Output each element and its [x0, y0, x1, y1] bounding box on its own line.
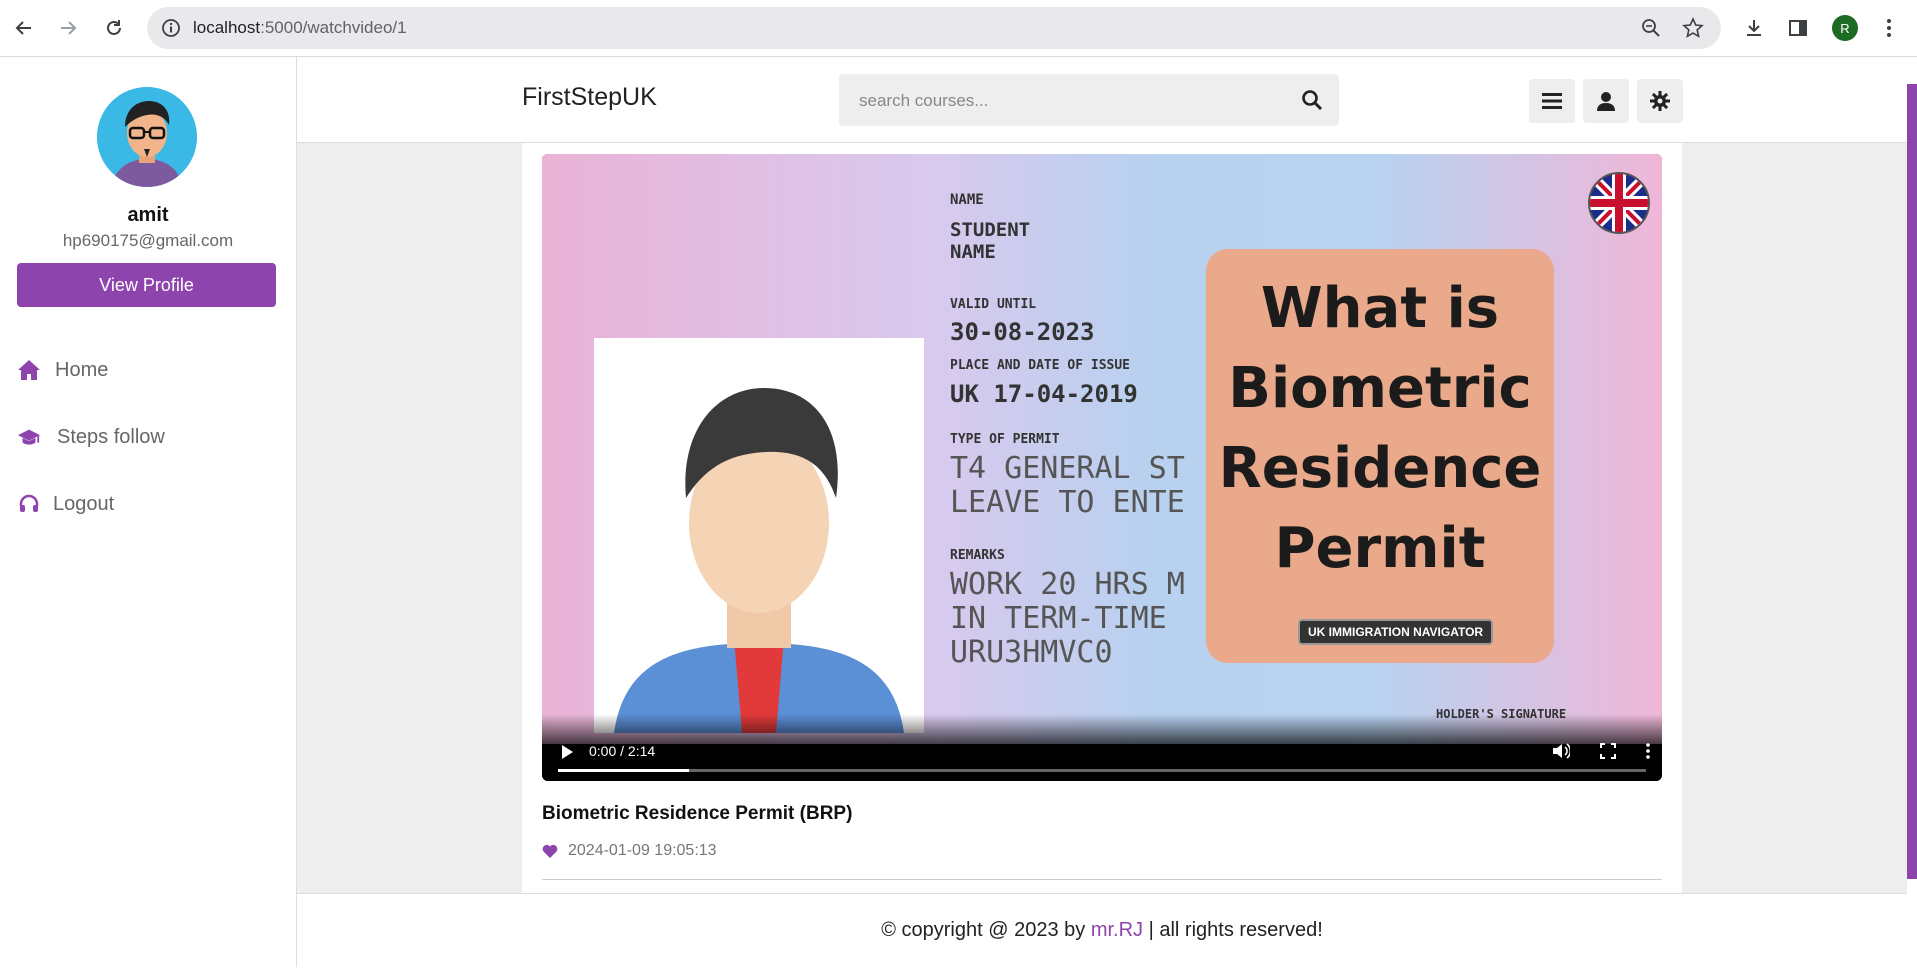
address-bar[interactable]: localhost:5000/watchvideo/1 — [147, 7, 1721, 49]
url-text: localhost:5000/watchvideo/1 — [193, 18, 407, 37]
sidebar-item-label: Home — [55, 358, 109, 381]
sidebar-item-logout[interactable]: Logout — [17, 484, 114, 524]
footer: © copyright @ 2023 by mr.RJ | all rights… — [297, 893, 1907, 968]
sidebar-item-label: Logout — [53, 492, 115, 515]
uk-flag-icon — [1588, 172, 1650, 234]
id-place-value: UK 17-04-2019 — [950, 380, 1138, 408]
id-name-value: STUDENT NAME — [950, 219, 1031, 263]
graduation-cap-icon — [17, 425, 41, 449]
video-progress-fill — [558, 769, 689, 772]
video-player[interactable]: NAME STUDENT NAME VALID UNTIL 30-08-2023… — [542, 154, 1662, 781]
search-input[interactable]: search courses... — [859, 91, 988, 111]
footer-brand-link[interactable]: mr.RJ — [1091, 919, 1143, 941]
user-email: hp690175@gmail.com — [62, 231, 234, 250]
id-valid-label: VALID UNTIL — [950, 297, 1037, 312]
menu-icon[interactable] — [1529, 79, 1575, 123]
sidebar: amit hp690175@gmail.com View Profile Hom… — [0, 57, 297, 967]
heart-icon[interactable] — [542, 844, 558, 858]
copyright-text: © copyright @ 2023 by mr.RJ | all rights… — [881, 919, 1323, 941]
forward-icon[interactable] — [52, 12, 84, 44]
thumbnail-title: What is Biometric Residence Permit — [1218, 276, 1542, 581]
id-valid-value: 30-08-2023 — [950, 318, 1095, 346]
site-logo[interactable]: FirstStepUK — [522, 83, 657, 112]
sidebar-item-label: Steps follow — [57, 425, 165, 448]
browser-toolbar: localhost:5000/watchvideo/1 R — [0, 0, 1917, 57]
main-content: NAME STUDENT NAME VALID UNTIL 30-08-2023… — [297, 143, 1907, 893]
page-scrollbar[interactable] — [1907, 84, 1917, 879]
video-title: Biometric Residence Permit (BRP) — [542, 803, 853, 824]
play-icon[interactable] — [560, 744, 574, 765]
video-date-row: 2024-01-09 19:05:13 — [542, 842, 717, 860]
user-name: amit — [127, 204, 169, 226]
sidebar-item-steps-follow[interactable]: Steps follow — [17, 417, 165, 457]
bookmark-star-icon[interactable] — [1682, 17, 1704, 44]
id-place-label: PLACE AND DATE OF ISSUE — [950, 358, 1131, 373]
id-remarks-value: WORK 20 HRS M IN TERM-TIME URU3HMVC0 — [950, 568, 1185, 670]
download-icon[interactable] — [1738, 12, 1770, 44]
view-profile-button[interactable]: View Profile — [17, 263, 276, 307]
headset-icon — [17, 492, 41, 516]
video-progress-bar[interactable] — [558, 769, 1646, 772]
home-icon — [17, 358, 41, 382]
thumbnail-tag: UK IMMIGRATION NAVIGATOR — [1298, 619, 1494, 645]
divider — [542, 879, 1662, 880]
video-card: NAME STUDENT NAME VALID UNTIL 30-08-2023… — [522, 143, 1682, 893]
avatar[interactable] — [97, 87, 197, 187]
thumbnail-title-box: What is Biometric Residence Permit UK IM… — [1206, 249, 1554, 663]
photo-area — [594, 338, 924, 733]
id-name-label: NAME — [950, 192, 984, 208]
id-type-value: T4 GENERAL ST LEAVE TO ENTE — [950, 452, 1185, 520]
sidebar-item-home[interactable]: Home — [17, 350, 108, 390]
user-icon[interactable] — [1583, 79, 1629, 123]
video-date: 2024-01-09 19:05:13 — [568, 842, 717, 859]
top-header: FirstStepUK search courses... — [297, 57, 1907, 143]
search-bar[interactable]: search courses... — [839, 74, 1339, 126]
video-options-icon[interactable] — [1645, 742, 1651, 765]
volume-icon[interactable] — [1552, 742, 1572, 765]
search-icon[interactable] — [1299, 87, 1325, 113]
video-controls: 0:00 / 2:14 — [542, 714, 1662, 781]
id-remarks-label: REMARKS — [950, 548, 1005, 563]
zoom-icon[interactable] — [1641, 18, 1661, 43]
id-type-label: TYPE OF PERMIT — [950, 432, 1060, 447]
reload-icon[interactable] — [98, 12, 130, 44]
video-thumbnail: NAME STUDENT NAME VALID UNTIL 30-08-2023… — [542, 154, 1662, 744]
fullscreen-icon[interactable] — [1600, 743, 1616, 764]
site-info-icon[interactable] — [161, 18, 181, 43]
more-menu-icon[interactable] — [1873, 12, 1905, 44]
video-time: 0:00 / 2:14 — [589, 743, 656, 759]
back-icon[interactable] — [8, 12, 40, 44]
browser-profile-avatar[interactable]: R — [1832, 15, 1858, 41]
settings-gear-icon[interactable] — [1637, 79, 1683, 123]
side-panel-icon[interactable] — [1782, 12, 1814, 44]
